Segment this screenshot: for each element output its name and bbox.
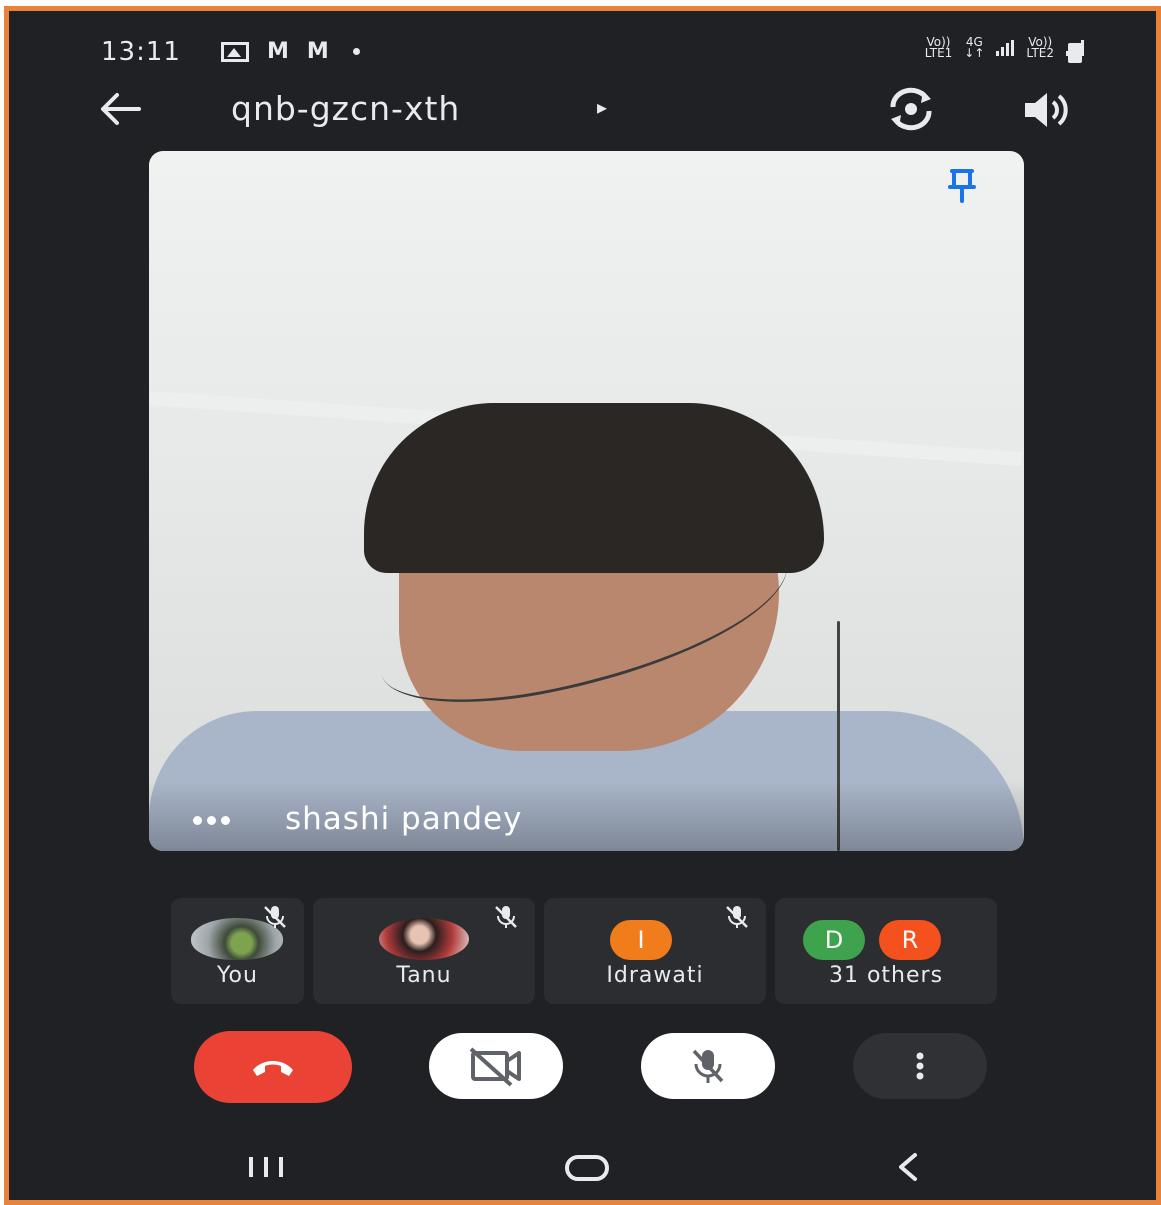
- speaking-dots-icon: [193, 816, 230, 825]
- pin-icon[interactable]: [942, 167, 982, 203]
- participant-tile-idrawati[interactable]: I Idrawati: [544, 898, 766, 1004]
- camera-toggle-button[interactable]: [429, 1033, 563, 1099]
- status-time: 13:11: [101, 37, 181, 67]
- camera-off-icon: [469, 1047, 521, 1087]
- more-options-icon: [916, 1052, 924, 1080]
- name-overlay-shade: [149, 781, 1024, 851]
- participant-name: 31 others: [828, 963, 944, 988]
- participant-tiles: You Tanu I Idrawati D R 31 others: [171, 898, 997, 1004]
- end-call-icon: [253, 1061, 293, 1076]
- signal-icon: [996, 40, 1015, 56]
- battery-icon: [1068, 43, 1082, 63]
- meeting-code[interactable]: qnb-gzcn-xth: [231, 89, 460, 128]
- avatar: [379, 918, 469, 960]
- end-call-button[interactable]: [194, 1031, 352, 1103]
- meeting-app-bar: qnb-gzcn-xth ▸: [9, 81, 1156, 145]
- network-indicators: Vo)) LTE1 4G ↓↑ Vo)) LTE2: [924, 35, 1084, 60]
- phone-screen: 13:11 M M Vo)) LTE1 4G ↓↑ Vo)) LTE2 qnb-…: [4, 6, 1161, 1205]
- dot-icon: [352, 48, 360, 55]
- mic-off-icon: [264, 906, 286, 928]
- lte1-indicator: Vo)) LTE1: [924, 35, 953, 60]
- system-navigation-bar: [9, 1141, 1156, 1200]
- meeting-details-caret[interactable]: ▸: [597, 95, 607, 119]
- avatar: D: [803, 920, 865, 960]
- mic-toggle-button[interactable]: [641, 1033, 775, 1099]
- back-arrow-icon[interactable]: [95, 89, 143, 129]
- participant-tile-tanu[interactable]: Tanu: [313, 898, 535, 1004]
- home-icon[interactable]: [565, 1155, 609, 1181]
- participant-name: You: [217, 963, 258, 988]
- gallery-icon: [221, 41, 249, 62]
- more-options-button[interactable]: [853, 1033, 987, 1099]
- gmail-icon: M: [267, 39, 289, 64]
- mic-off-icon: [692, 1049, 724, 1083]
- participant-tile-others[interactable]: D R 31 others: [775, 898, 997, 1004]
- call-controls: [9, 1029, 1156, 1109]
- participant-name: Idrawati: [606, 963, 704, 988]
- gmail-icon: M: [306, 39, 329, 64]
- notification-icons: M M: [221, 39, 360, 64]
- recents-icon[interactable]: [245, 1155, 287, 1179]
- main-participant-name: shashi pandey: [285, 801, 523, 837]
- back-icon[interactable]: [893, 1149, 923, 1185]
- switch-camera-icon[interactable]: [881, 85, 941, 133]
- mic-off-icon: [495, 906, 517, 928]
- status-bar: 13:11 M M Vo)) LTE1 4G ↓↑ Vo)) LTE2: [9, 11, 1156, 81]
- lte2-indicator: Vo)) LTE2: [1026, 35, 1054, 60]
- speaker-icon[interactable]: [1019, 87, 1073, 133]
- participant-tile-you[interactable]: You: [171, 898, 304, 1004]
- mic-off-icon: [726, 906, 748, 928]
- 4g-indicator: 4G ↓↑: [964, 35, 985, 60]
- participant-name: Tanu: [396, 963, 452, 988]
- avatar: I: [610, 920, 672, 960]
- main-video-feed[interactable]: shashi pandey: [149, 151, 1024, 851]
- avatar: R: [879, 920, 941, 960]
